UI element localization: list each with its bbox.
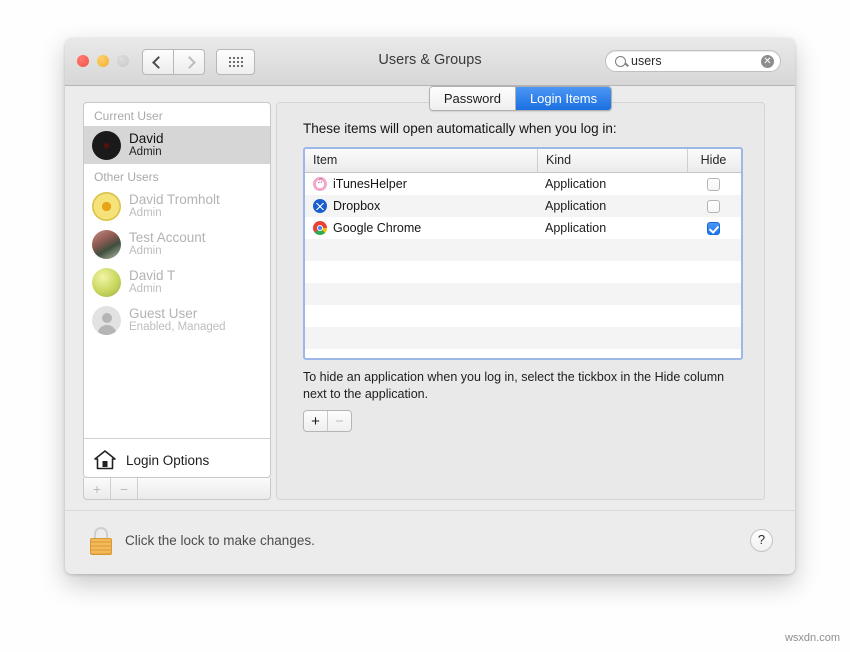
search-icon: [615, 55, 626, 67]
user-name: David T: [129, 268, 176, 283]
tab-bar: Password Login Items: [276, 86, 765, 111]
table-row[interactable]: iTunesHelper Application: [305, 173, 741, 195]
user-role: Admin: [129, 245, 162, 258]
avatar: [92, 130, 121, 160]
sidebar-divider: [84, 438, 270, 439]
lock-body-icon: [90, 538, 112, 555]
group-header-other-users: Other Users: [94, 170, 159, 184]
user-add-remove-bar: + −: [83, 478, 271, 500]
add-login-item-button[interactable]: +: [304, 411, 327, 431]
table-empty-row: [305, 239, 741, 261]
column-header-hide[interactable]: Hide: [687, 149, 739, 172]
house-icon: [94, 450, 116, 470]
lock-hint-text: Click the lock to make changes.: [125, 533, 315, 548]
user-name: Test Account: [129, 230, 206, 245]
avatar: [92, 267, 121, 297]
login-items-table[interactable]: Item Kind Hide iTunesHelper Application: [303, 147, 743, 360]
login-items-panel: These items will open automatically when…: [276, 102, 765, 500]
table-empty-row: [305, 327, 741, 349]
hide-column-hint: To hide an application when you log in, …: [303, 370, 725, 402]
table-empty-row: [305, 349, 741, 358]
sidebar-item-david[interactable]: David Admin: [84, 126, 270, 164]
hide-checkbox[interactable]: [706, 199, 720, 213]
window-titlebar: Users & Groups users ✕: [65, 38, 795, 86]
add-user-button[interactable]: +: [84, 478, 111, 499]
hide-checkbox[interactable]: [706, 177, 720, 191]
screenshot-stage: Users & Groups users ✕ Current User Davi…: [0, 0, 850, 652]
item-label: Dropbox: [333, 199, 381, 213]
table-empty-row: [305, 305, 741, 327]
panel-description: These items will open automatically when…: [303, 121, 617, 136]
user-list-sidebar: Current User David Admin Other Users Dav…: [83, 102, 271, 478]
sidebar-item-test-account[interactable]: Test Account Admin: [84, 225, 270, 263]
user-role: Admin: [129, 207, 162, 220]
sidebar-item-guest-user[interactable]: Guest User Enabled, Managed: [84, 301, 270, 339]
cell-hide: [687, 177, 739, 191]
column-header-item[interactable]: Item: [305, 149, 537, 172]
window-footer: Click the lock to make changes. ?: [65, 510, 795, 574]
window-body: Current User David Admin Other Users Dav…: [65, 86, 795, 574]
watermark: wsxdn.com: [784, 632, 840, 644]
cell-kind: Application: [545, 199, 607, 213]
remove-user-button[interactable]: −: [111, 478, 138, 499]
table-row[interactable]: Google Chrome Application: [305, 217, 741, 239]
user-name: David Tromholt: [129, 192, 220, 207]
item-label: iTunesHelper: [333, 177, 407, 191]
avatar: [92, 305, 121, 335]
group-header-current-user: Current User: [94, 109, 163, 123]
cell-item: iTunesHelper: [305, 175, 537, 191]
user-role: Admin: [129, 283, 162, 296]
search-value: users: [631, 54, 662, 68]
table-header-row: Item Kind Hide: [305, 149, 741, 173]
user-name: David: [129, 131, 164, 146]
login-item-add-remove-bar: + −: [303, 410, 352, 432]
table-row[interactable]: Dropbox Application: [305, 195, 741, 217]
hide-checkbox[interactable]: [706, 221, 720, 235]
cell-kind: Application: [545, 221, 607, 235]
avatar: [92, 229, 121, 259]
user-role: Enabled, Managed: [129, 321, 226, 334]
user-name: Guest User: [129, 306, 198, 321]
sidebar-item-david-t[interactable]: David T Admin: [84, 263, 270, 301]
sidebar-item-login-options[interactable]: Login Options: [84, 443, 270, 477]
login-options-label: Login Options: [126, 452, 210, 468]
cell-hide: [687, 221, 739, 235]
user-role: Admin: [129, 146, 162, 159]
sidebar-item-david-tromholt[interactable]: David Tromholt Admin: [84, 187, 270, 225]
cell-kind: Application: [545, 177, 607, 191]
itunes-icon: [313, 175, 327, 191]
lock-button[interactable]: [89, 527, 113, 555]
item-label: Google Chrome: [333, 221, 422, 235]
remove-login-item-button[interactable]: −: [327, 411, 351, 431]
system-preferences-window: Users & Groups users ✕ Current User Davi…: [65, 38, 795, 574]
column-header-kind[interactable]: Kind: [537, 149, 687, 172]
cell-hide: [687, 199, 739, 213]
cell-item: Google Chrome: [305, 221, 537, 235]
cell-item: Dropbox: [305, 199, 537, 213]
search-field[interactable]: users ✕: [605, 50, 781, 72]
tab-login-items[interactable]: Login Items: [514, 87, 612, 110]
avatar: [92, 191, 121, 221]
clear-search-icon[interactable]: ✕: [761, 54, 774, 68]
chrome-icon: [313, 221, 327, 235]
table-empty-row: [305, 261, 741, 283]
table-empty-row: [305, 283, 741, 305]
help-button[interactable]: ?: [750, 529, 773, 552]
dropbox-icon: [313, 199, 327, 213]
tab-password[interactable]: Password: [429, 87, 515, 110]
